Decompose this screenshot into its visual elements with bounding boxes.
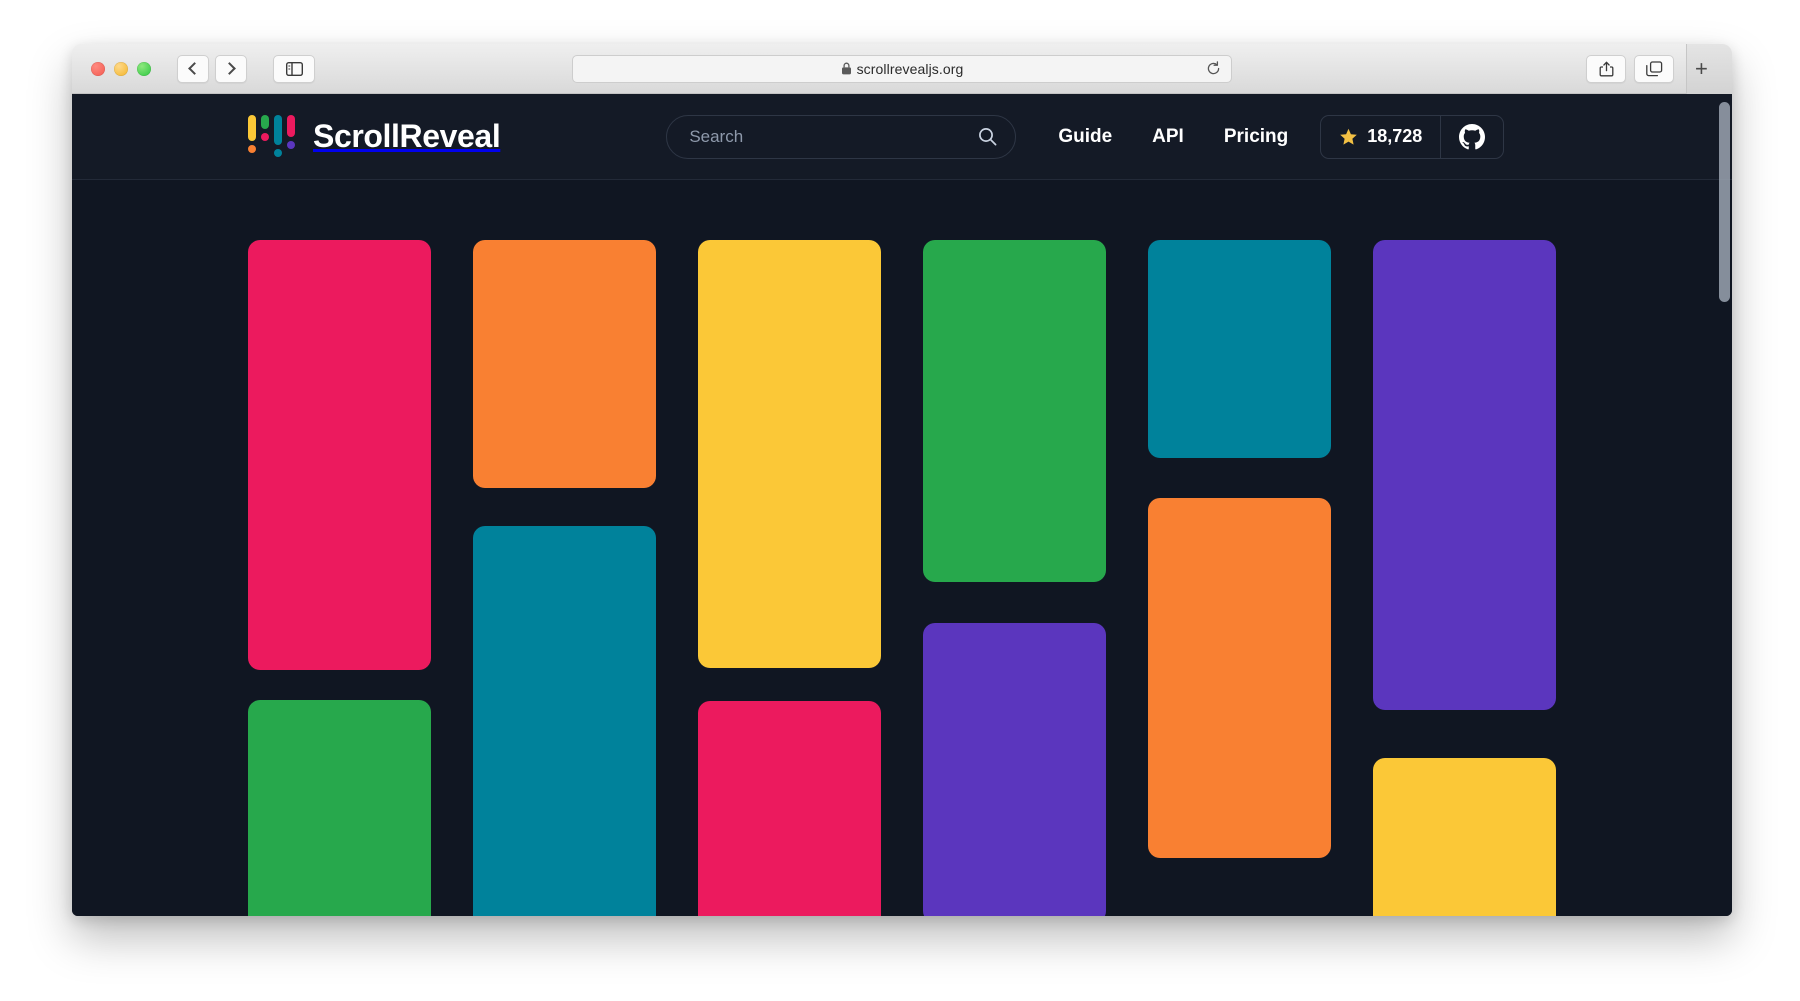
- logo-bar-2: [261, 114, 269, 129]
- share-icon: [1599, 61, 1613, 76]
- navigation-buttons: [177, 54, 247, 83]
- logo-dot-2: [261, 132, 269, 141]
- chevron-right-icon: [223, 62, 236, 75]
- bar-column-1: [248, 240, 431, 916]
- logo-dot-1: [248, 144, 256, 153]
- minimize-button[interactable]: [114, 61, 128, 76]
- search-input[interactable]: [689, 126, 979, 147]
- bar-column-5-bar-2: [1148, 498, 1331, 858]
- nav-link-pricing[interactable]: Pricing: [1224, 126, 1288, 148]
- browser-window: scrollrevealjs.org + ScrollReveal Search…: [72, 44, 1732, 916]
- tab-overview-button[interactable]: [1634, 54, 1674, 83]
- bar-column-6-bar-1: [1373, 240, 1556, 710]
- page-scrollbar-thumb[interactable]: [1719, 102, 1730, 302]
- github-icon: [1459, 123, 1486, 149]
- reload-icon: [1207, 61, 1219, 75]
- toolbar-right-actions: [1586, 54, 1674, 83]
- bar-column-4-bar-2: [923, 623, 1106, 916]
- address-bar-container: scrollrevealjs.org: [572, 54, 1232, 83]
- address-bar[interactable]: scrollrevealjs.org: [572, 54, 1232, 83]
- chevron-left-icon: [188, 62, 201, 75]
- colored-bars-section: [72, 180, 1732, 916]
- bar-column-6: [1373, 240, 1556, 916]
- github-star-button[interactable]: 18,728: [1321, 115, 1442, 158]
- bar-column-6-bar-2: [1373, 758, 1556, 916]
- share-button[interactable]: [1586, 54, 1626, 83]
- github-button-group: 18,728: [1320, 114, 1505, 159]
- bar-column-5: [1148, 240, 1331, 916]
- browser-toolbar: scrollrevealjs.org +: [72, 44, 1732, 94]
- page-viewport: ScrollReveal Guide API Pricing: [72, 94, 1732, 916]
- github-star-count: 18,728: [1367, 126, 1423, 146]
- close-button[interactable]: [91, 61, 105, 76]
- brand-logo-link[interactable]: ScrollReveal: [248, 114, 501, 159]
- sidebar-toggle-button[interactable]: [273, 54, 315, 83]
- bar-column-4: [923, 240, 1106, 916]
- logo-dot-4: [287, 140, 295, 149]
- page-root: scrollrevealjs.org + ScrollReveal Search…: [0, 0, 1800, 1001]
- bar-column-4-bar-1: [923, 240, 1106, 582]
- scrollreveal-logo-mark: [248, 114, 295, 159]
- bar-column-2-bar-1: [473, 240, 656, 488]
- bar-column-1-bar-1: [248, 240, 431, 670]
- url-text: scrollrevealjs.org: [856, 60, 964, 77]
- lock-icon: [841, 62, 851, 75]
- bar-column-2: [473, 240, 656, 916]
- site-nav: Guide API Pricing: [1058, 126, 1288, 148]
- logo-bar-3: [274, 114, 282, 145]
- reload-button[interactable]: [1204, 60, 1222, 78]
- search-icon[interactable]: [978, 127, 997, 146]
- logo-bar-4: [287, 114, 295, 137]
- tab-overview-icon: [1645, 60, 1662, 76]
- logo-dot-3: [274, 148, 282, 157]
- nav-link-api[interactable]: API: [1152, 126, 1184, 148]
- bar-column-3: [698, 240, 881, 916]
- back-button[interactable]: [177, 54, 209, 83]
- logo-column-3: [274, 114, 282, 157]
- bar-column-1-bar-2: [248, 700, 431, 916]
- bar-column-3-bar-2: [698, 701, 881, 916]
- search-box[interactable]: [666, 114, 1017, 159]
- url-display: scrollrevealjs.org: [841, 61, 964, 77]
- logo-column-1: [248, 114, 256, 153]
- logo-bar-1: [248, 114, 256, 141]
- logo-column-2: [261, 114, 269, 141]
- forward-button[interactable]: [215, 54, 247, 83]
- site-header: ScrollReveal Guide API Pricing: [72, 94, 1732, 180]
- github-link-button[interactable]: [1441, 116, 1503, 158]
- new-tab-label: +: [1695, 56, 1708, 81]
- new-tab-button[interactable]: +: [1686, 44, 1732, 94]
- bar-column-3-bar-1: [698, 240, 881, 668]
- logo-column-4: [287, 114, 295, 149]
- brand-name: ScrollReveal: [313, 118, 501, 154]
- star-icon: [1340, 128, 1358, 145]
- sidebar-toggle-icon: [285, 61, 303, 76]
- colored-bars-grid: [248, 240, 1556, 916]
- bar-column-2-bar-2: [473, 526, 656, 916]
- maximize-button[interactable]: [137, 61, 151, 76]
- nav-link-guide[interactable]: Guide: [1058, 126, 1112, 148]
- window-controls: [91, 61, 151, 76]
- bar-column-5-bar-1: [1148, 240, 1331, 458]
- page-scrollbar[interactable]: [1719, 98, 1730, 912]
